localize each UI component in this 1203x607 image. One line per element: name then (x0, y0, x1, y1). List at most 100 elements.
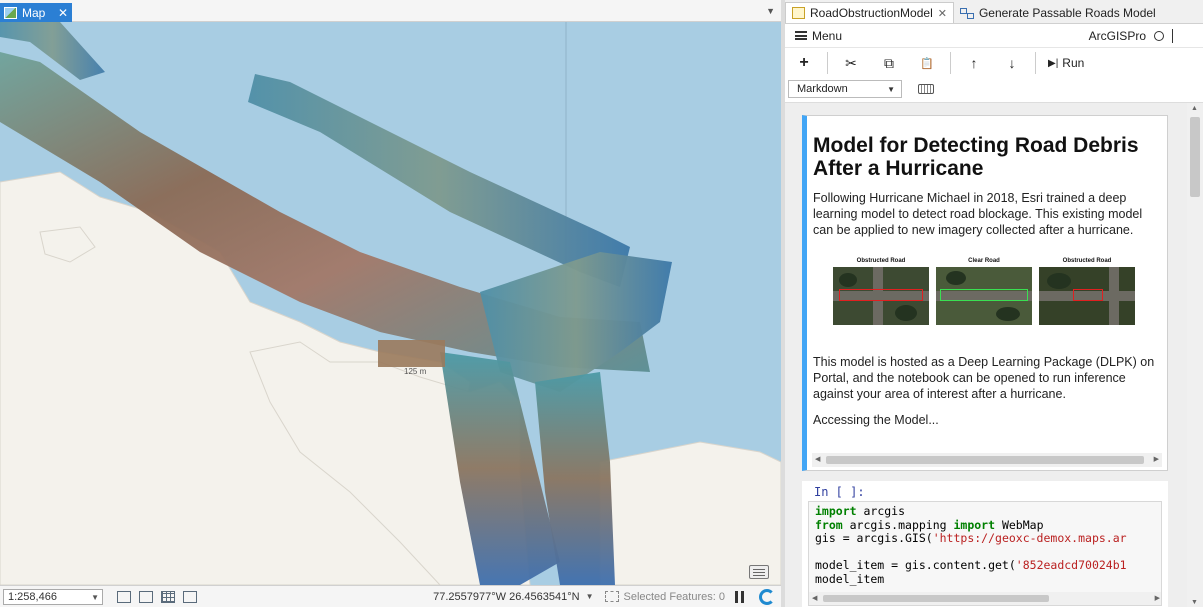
map-canvas[interactable]: 125 m (0, 22, 781, 585)
map-constraints-icon[interactable] (139, 590, 153, 603)
aerial-image (1039, 267, 1135, 325)
markdown-paragraph: Following Hurricane Michael in 2018, Esr… (813, 191, 1143, 237)
scroll-down-icon[interactable]: ▼ (1191, 599, 1198, 606)
hamburger-icon[interactable] (795, 31, 807, 40)
notebook-icon (792, 7, 805, 19)
code-line: model_item (815, 571, 885, 586)
tree-shape (839, 273, 857, 287)
tab-road-obstruction-model[interactable]: RoadObstructionModel ✕ (785, 2, 954, 23)
map-status-bar: 1:258,466 ▼ 77.2557977°W 26.4563541°N ▼ … (0, 585, 781, 607)
figure-panel-clear: Clear Road (936, 258, 1032, 325)
code-cell[interactable]: In [ ]: import arcgis from arcgis.mappin… (802, 481, 1168, 607)
detection-box (940, 289, 1028, 301)
scale-value: 1:258,466 (8, 590, 57, 603)
input-prompt: In [ ]: (814, 485, 865, 499)
toolbar-divider (1035, 52, 1036, 74)
tree-shape (946, 271, 966, 285)
grid-icon[interactable] (161, 590, 175, 603)
selected-features[interactable]: Selected Features: 0 (605, 591, 725, 603)
figure-label: Obstructed Road (856, 258, 906, 264)
toolbar-divider (950, 52, 951, 74)
snapping-icon[interactable] (117, 590, 131, 603)
tab-dropdown-icon[interactable]: ▼ (766, 6, 775, 16)
detection-box (1073, 289, 1103, 301)
imagery-strip-small (378, 340, 445, 367)
cell-type-value: Markdown (797, 83, 848, 95)
map-imagery (0, 22, 781, 585)
chevron-down-icon: ▼ (887, 85, 895, 94)
scrollbar-thumb[interactable] (826, 456, 1144, 464)
map-tab-bar: Map ✕ ▼ (0, 0, 781, 22)
move-up-icon[interactable]: ↑ (955, 51, 993, 75)
notebook-toolbar: + ✂ ⧉ 📋 ↑ ↓ ▶| Run (785, 48, 1203, 78)
scrollbar-thumb[interactable] (823, 595, 1049, 602)
chevron-down-icon[interactable]: ▼ (586, 592, 594, 601)
kernel-status-icon (1154, 30, 1164, 41)
aerial-image (936, 267, 1032, 325)
road-shape (1109, 267, 1119, 325)
horizontal-scrollbar[interactable]: ◀ ▶ (809, 592, 1161, 605)
markdown-title: Model for Detecting Road Debris After a … (813, 134, 1139, 180)
figure-panel-obstructed-2: Obstructed Road (1039, 258, 1135, 325)
example-figure: Obstructed Road Clear Road Obstructed Ro… (833, 258, 1158, 325)
map-overview-button[interactable] (749, 565, 769, 579)
arcgis-pro-window: Map ✕ ▼ 125 m 1:258,466 ▼ 77.2557977°W 2… (0, 0, 1203, 607)
detection-box (839, 289, 923, 301)
tab-generate-passable-roads-model[interactable]: Generate Passable Roads Model (954, 2, 1162, 23)
horizontal-scrollbar[interactable]: ◀ ▶ (812, 453, 1162, 467)
map-pane: Map ✕ ▼ 125 m 1:258,466 ▼ 77.2557977°W 2… (0, 0, 781, 607)
figure-label: Obstructed Road (1062, 258, 1112, 264)
scale-selector[interactable]: 1:258,466 ▼ (3, 588, 103, 605)
close-icon[interactable]: ✕ (58, 6, 68, 20)
menu-button[interactable]: Menu (812, 29, 842, 43)
figure-label: Clear Road (968, 258, 1000, 264)
refresh-icon[interactable] (759, 588, 775, 605)
selection-icon (605, 591, 620, 602)
copy-icon[interactable]: ⧉ (870, 51, 908, 75)
code-line: import arcgis (815, 504, 906, 518)
scroll-right-icon[interactable]: ▶ (1154, 455, 1159, 463)
run-icon: ▶| (1048, 57, 1059, 69)
add-cell-button[interactable]: + (785, 51, 823, 75)
code-editor[interactable]: import arcgis from arcgis.mapping import… (808, 501, 1162, 606)
notebook-body[interactable]: Model for Detecting Road Debris After a … (785, 102, 1203, 607)
scroll-left-icon[interactable]: ◀ (815, 455, 820, 463)
map-icon (4, 6, 17, 19)
scrollbar-thumb[interactable] (1190, 117, 1200, 197)
close-icon[interactable]: ✕ (938, 7, 947, 20)
code-line: gis = arcgis.GIS('https://geoxc-demox.ma… (815, 531, 1127, 545)
model-builder-icon (959, 7, 974, 19)
map-scale-marker: 125 m (404, 367, 427, 376)
vertical-scrollbar[interactable]: ▲ ▼ (1187, 103, 1203, 607)
notebook-menu-bar: Menu ArcGISPro (785, 24, 1203, 48)
tree-shape (1047, 273, 1071, 289)
toolbar-divider (827, 52, 828, 74)
cut-icon[interactable]: ✂ (832, 51, 870, 75)
code-line: from arcgis.mapping import WebMap (815, 517, 1044, 532)
scroll-right-icon[interactable]: ▶ (1155, 594, 1160, 602)
pause-drawing-button[interactable] (735, 590, 747, 603)
navigation-icon[interactable] (183, 590, 197, 603)
tree-shape (895, 305, 917, 321)
coordinate-readout: 77.2557977°W 26.4563541°N (433, 590, 580, 603)
keyboard-icon[interactable] (918, 84, 934, 94)
tab-label: Generate Passable Roads Model (978, 5, 1156, 20)
paste-icon[interactable]: 📋 (908, 51, 946, 75)
text-cursor (1172, 28, 1173, 43)
land-east (599, 441, 781, 585)
kernel-name: ArcGISPro (1088, 28, 1146, 43)
scroll-left-icon[interactable]: ◀ (812, 594, 817, 602)
move-down-icon[interactable]: ↓ (993, 51, 1031, 75)
scroll-up-icon[interactable]: ▲ (1191, 105, 1198, 112)
map-tab[interactable]: Map ✕ (0, 3, 72, 22)
selected-features-label: Selected Features: 0 (623, 590, 725, 603)
notebook-toolbar-secondary: Markdown ▼ (785, 78, 1203, 100)
run-button[interactable]: ▶| Run (1040, 51, 1092, 75)
markdown-paragraph: This model is hosted as a Deep Learning … (813, 355, 1155, 401)
aerial-image (833, 267, 929, 325)
code-line: model_item = gis.content.get('852eadcd70… (815, 558, 1127, 572)
cell-type-select[interactable]: Markdown ▼ (788, 80, 902, 98)
tree-shape (996, 307, 1020, 321)
markdown-cell[interactable]: Model for Detecting Road Debris After a … (802, 115, 1168, 471)
